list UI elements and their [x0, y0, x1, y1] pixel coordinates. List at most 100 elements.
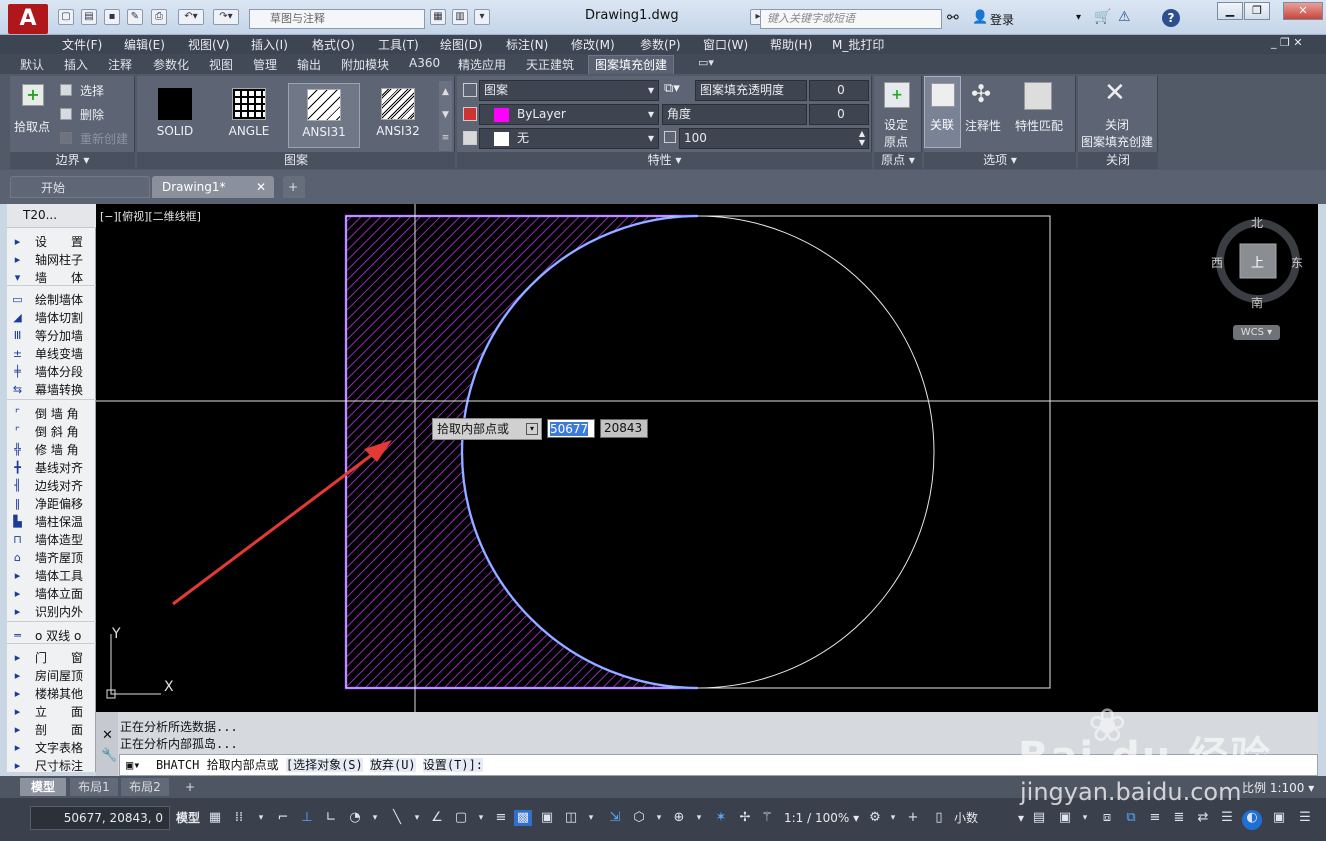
- units-dropdown[interactable]: 小数 ▾: [954, 808, 1024, 828]
- tool-panel-item[interactable]: ▸ 立 面: [7, 703, 96, 721]
- workspace-menu-icon[interactable]: ▾: [884, 810, 902, 826]
- annotation-scale-dropdown[interactable]: 1:1 / 100% ▾: [784, 808, 859, 828]
- gizmo-icon[interactable]: ⊕: [670, 810, 688, 826]
- menu-batch-plot[interactable]: M_批打印: [832, 36, 884, 53]
- close-hatch-button-line2[interactable]: 图案填充创建: [1081, 133, 1153, 150]
- annotation-visibility-icon[interactable]: ✶: [712, 810, 730, 826]
- tool-panel-item[interactable]: ⌂ 墙齐屋顶: [7, 549, 96, 567]
- tab-featured-apps[interactable]: 精选应用: [458, 56, 506, 73]
- circle-boundary[interactable]: [461, 215, 935, 689]
- set-origin-button[interactable]: 设定: [884, 116, 908, 133]
- tool-panel-item[interactable]: ⌜ 倒 墙 角: [7, 405, 96, 423]
- menu-tools[interactable]: 工具(T): [378, 36, 419, 53]
- pick-points-icon[interactable]: +: [22, 84, 44, 106]
- status-match-icon[interactable]: ⇄: [1194, 810, 1212, 826]
- gizmo-menu-icon[interactable]: ▾: [690, 810, 708, 826]
- angle-input[interactable]: 0: [809, 104, 869, 125]
- close-hatch-button[interactable]: 关闭: [1105, 116, 1129, 133]
- qat-menu-icon[interactable]: ▾: [474, 9, 490, 25]
- menu-edit[interactable]: 编辑(E): [124, 36, 165, 53]
- associative-button[interactable]: 关联: [924, 76, 961, 148]
- auto-scale-icon[interactable]: ✢: [736, 810, 754, 826]
- lineweight-icon[interactable]: ≡: [492, 810, 510, 826]
- pattern-ansi32[interactable]: ANSI32: [362, 83, 434, 148]
- menu-modify[interactable]: 修改(M): [571, 36, 615, 53]
- viewcube-top[interactable]: 上: [1251, 252, 1264, 271]
- isolate-objects-icon[interactable]: ⧈: [1098, 810, 1116, 826]
- menu-window[interactable]: 窗口(W): [703, 36, 748, 53]
- close-hatch-icon[interactable]: ✕: [1104, 78, 1126, 108]
- transparency-input[interactable]: 0: [809, 80, 869, 101]
- menu-parametric[interactable]: 参数(P): [640, 36, 681, 53]
- viewcube-east[interactable]: 东: [1291, 254, 1303, 271]
- doc-window-controls[interactable]: _ ❐ ✕: [1271, 36, 1303, 49]
- workspace-switch-icon[interactable]: ⚙: [866, 810, 884, 826]
- viewcube-south[interactable]: 南: [1251, 294, 1263, 311]
- annotative-button[interactable]: 注释性: [965, 117, 1001, 134]
- annotation-scale-icon[interactable]: ⚚: [758, 810, 776, 826]
- model-space-button[interactable]: 模型: [176, 808, 200, 828]
- tab-parametric[interactable]: 参数化: [153, 56, 189, 73]
- set-origin-button-line2[interactable]: 原点: [884, 133, 908, 150]
- lock-ui-icon[interactable]: ▣: [1056, 810, 1074, 826]
- 3d-osnap-icon[interactable]: ◫: [562, 810, 580, 826]
- tab-model[interactable]: 模型: [20, 778, 66, 796]
- user-icon[interactable]: 👤: [972, 10, 988, 25]
- tool-panel-item[interactable]: ▙ 墙柱保温: [7, 513, 96, 531]
- close-tab-icon[interactable]: ✕: [256, 176, 266, 198]
- transparency-icon[interactable]: ⧉▾: [664, 81, 680, 96]
- minimize-button[interactable]: ▁: [1217, 2, 1243, 20]
- viewcube-west[interactable]: 西: [1211, 254, 1223, 271]
- tab-insert[interactable]: 插入: [64, 56, 88, 73]
- infer-icon[interactable]: ⌐: [274, 810, 292, 826]
- viewport-controls[interactable]: [−][俯视][二维线框]: [100, 208, 201, 224]
- tool-panel-item[interactable]: ▸ 轴网柱子: [7, 251, 96, 269]
- ortho-icon[interactable]: ∟: [322, 810, 340, 826]
- tool-panel-item[interactable]: ▸ 设 置: [7, 233, 96, 251]
- menu-file[interactable]: 文件(F): [62, 36, 102, 53]
- save-as-icon[interactable]: ✎: [127, 9, 143, 25]
- option-settings[interactable]: 设置(T)]:: [422, 758, 484, 772]
- tool-panel-item[interactable]: ╪ 墙体分段: [7, 363, 96, 381]
- selection-filter-icon[interactable]: ⬡: [630, 810, 648, 826]
- close-command-icon[interactable]: ✕: [102, 728, 113, 743]
- dynamic-ucs-icon[interactable]: ⇲: [606, 810, 624, 826]
- command-line-input[interactable]: ▣▾ BHATCH 拾取内部点或 [选择对象(S) 放弃(U) 设置(T)]:: [119, 754, 1318, 776]
- save-icon[interactable]: ▪: [104, 9, 120, 25]
- scale-input[interactable]: 100 ▲ ▼: [679, 128, 869, 149]
- selection-filter-menu-icon[interactable]: ▾: [650, 810, 668, 826]
- isodraft-icon[interactable]: ╲: [388, 810, 406, 826]
- redo-icon[interactable]: ↷▾: [213, 9, 239, 25]
- tab-layout2[interactable]: 布局2: [121, 778, 169, 796]
- snap-icon[interactable]: ⁞⁞: [230, 810, 248, 826]
- tool-panel-item[interactable]: Ⅲ 等分加墙: [7, 327, 96, 345]
- command-prompt-icon[interactable]: ▣▾: [126, 755, 140, 775]
- tool-panel-header[interactable]: T20...: [7, 204, 96, 228]
- menu-help[interactable]: 帮助(H): [770, 36, 812, 53]
- clean-screen-icon[interactable]: ≡: [1146, 810, 1164, 826]
- quick-properties-icon[interactable]: ▤: [1030, 810, 1048, 826]
- prompt-options-icon[interactable]: ▾: [526, 423, 538, 435]
- dynamic-input-y[interactable]: 20843: [600, 419, 648, 438]
- cart-icon[interactable]: 🛒: [1094, 9, 1111, 25]
- tab-layout1[interactable]: 布局1: [70, 778, 118, 796]
- tool-panel-item[interactable]: ╢ 边线对齐: [7, 477, 96, 495]
- tab-manage[interactable]: 管理: [253, 56, 277, 73]
- workspace-dropdown[interactable]: 草图与注释: [249, 9, 425, 29]
- tab-tianzheng[interactable]: 天正建筑: [526, 56, 574, 73]
- tool-panel-item[interactable]: ▸ 尺寸标注: [7, 757, 96, 775]
- menu-draw[interactable]: 绘图(D): [440, 36, 483, 53]
- annotative-icon[interactable]: ✣: [971, 80, 991, 108]
- close-window-button[interactable]: ✕: [1283, 2, 1323, 20]
- object-tracking-icon[interactable]: ∠: [428, 810, 446, 826]
- option-select-objects[interactable]: [选择对象(S): [285, 758, 363, 772]
- ribbon-display-toggle-icon[interactable]: ▭▾: [698, 56, 714, 69]
- tool-panel-item[interactable]: ◢ 墙体切割: [7, 309, 96, 327]
- match-properties-button[interactable]: 特性匹配: [1015, 117, 1063, 134]
- tool-panel-item[interactable]: ▸ 门 窗: [7, 649, 96, 667]
- tool-panel-item[interactable]: ▸ 识别内外: [7, 603, 96, 621]
- login-dropdown-icon[interactable]: ▾: [1076, 12, 1081, 23]
- annotation-monitor-icon[interactable]: +: [904, 810, 922, 826]
- menu-view[interactable]: 视图(V): [188, 36, 230, 53]
- menu-dimension[interactable]: 标注(N): [506, 36, 548, 53]
